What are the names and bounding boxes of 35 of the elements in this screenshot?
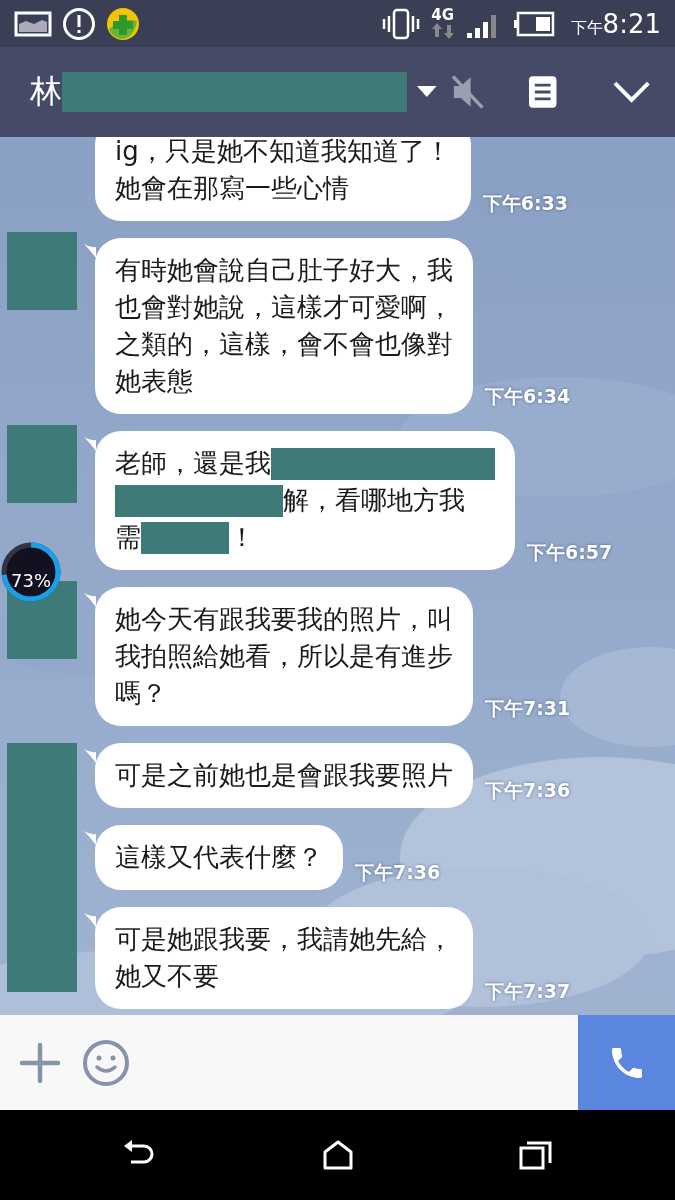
message-text: 有時她會說自己肚子好大，我 也會對她說，這樣才可愛啊， 之類的，這樣，會不會也像對 她表態	[115, 254, 453, 398]
message-text: 她今天有跟我要我的照片，叫 我拍照給她看，所以是有進步 嗎？	[115, 603, 453, 710]
message-time: 下午6:57	[527, 540, 613, 565]
home-icon[interactable]	[321, 1140, 354, 1170]
emoji-icon[interactable]	[82, 1038, 130, 1087]
call-button[interactable]	[578, 1015, 675, 1110]
message-time: 下午6:33	[482, 191, 568, 216]
message-text: 這樣又代表什麼？	[115, 841, 323, 874]
message-text: 可是她跟我要，我請她先給， 她又不要	[115, 923, 453, 993]
picture-icon	[14, 9, 52, 38]
message-time: 下午7:31	[485, 696, 571, 721]
chevron-down-icon[interactable]	[611, 80, 651, 104]
message-text: 老師，還是我	[115, 447, 271, 480]
caret-icon[interactable]	[417, 86, 437, 98]
alert-icon	[62, 6, 96, 41]
recent-apps-icon[interactable]	[518, 1140, 553, 1170]
message-time: 下午7:36	[485, 778, 571, 803]
message-time: 下午6:34	[485, 384, 571, 409]
network-indicator: 4G	[430, 8, 455, 39]
vibrate-icon	[380, 7, 421, 40]
message-text: ！	[229, 521, 255, 554]
message-text: 可是之前她也是會跟我要照片	[115, 759, 453, 792]
message-time: 下午7:37	[485, 979, 571, 1004]
message-text: 需	[115, 521, 141, 554]
plus-app-icon	[106, 6, 140, 41]
clock-time: 8:21	[602, 8, 661, 39]
battery-icon	[512, 10, 555, 37]
clock-period: 下午	[570, 17, 603, 39]
notes-icon[interactable]	[528, 75, 558, 109]
plus-icon[interactable]	[20, 1042, 60, 1083]
muted-speaker-icon[interactable]	[450, 74, 485, 110]
message-time: 下午7:36	[355, 860, 441, 885]
message-text: 解，看哪地方我	[283, 484, 465, 517]
chat-title: 林	[30, 71, 62, 112]
message-text: ig，只是她不知道我知道了！ 她會在那寫一些心情	[115, 137, 451, 205]
